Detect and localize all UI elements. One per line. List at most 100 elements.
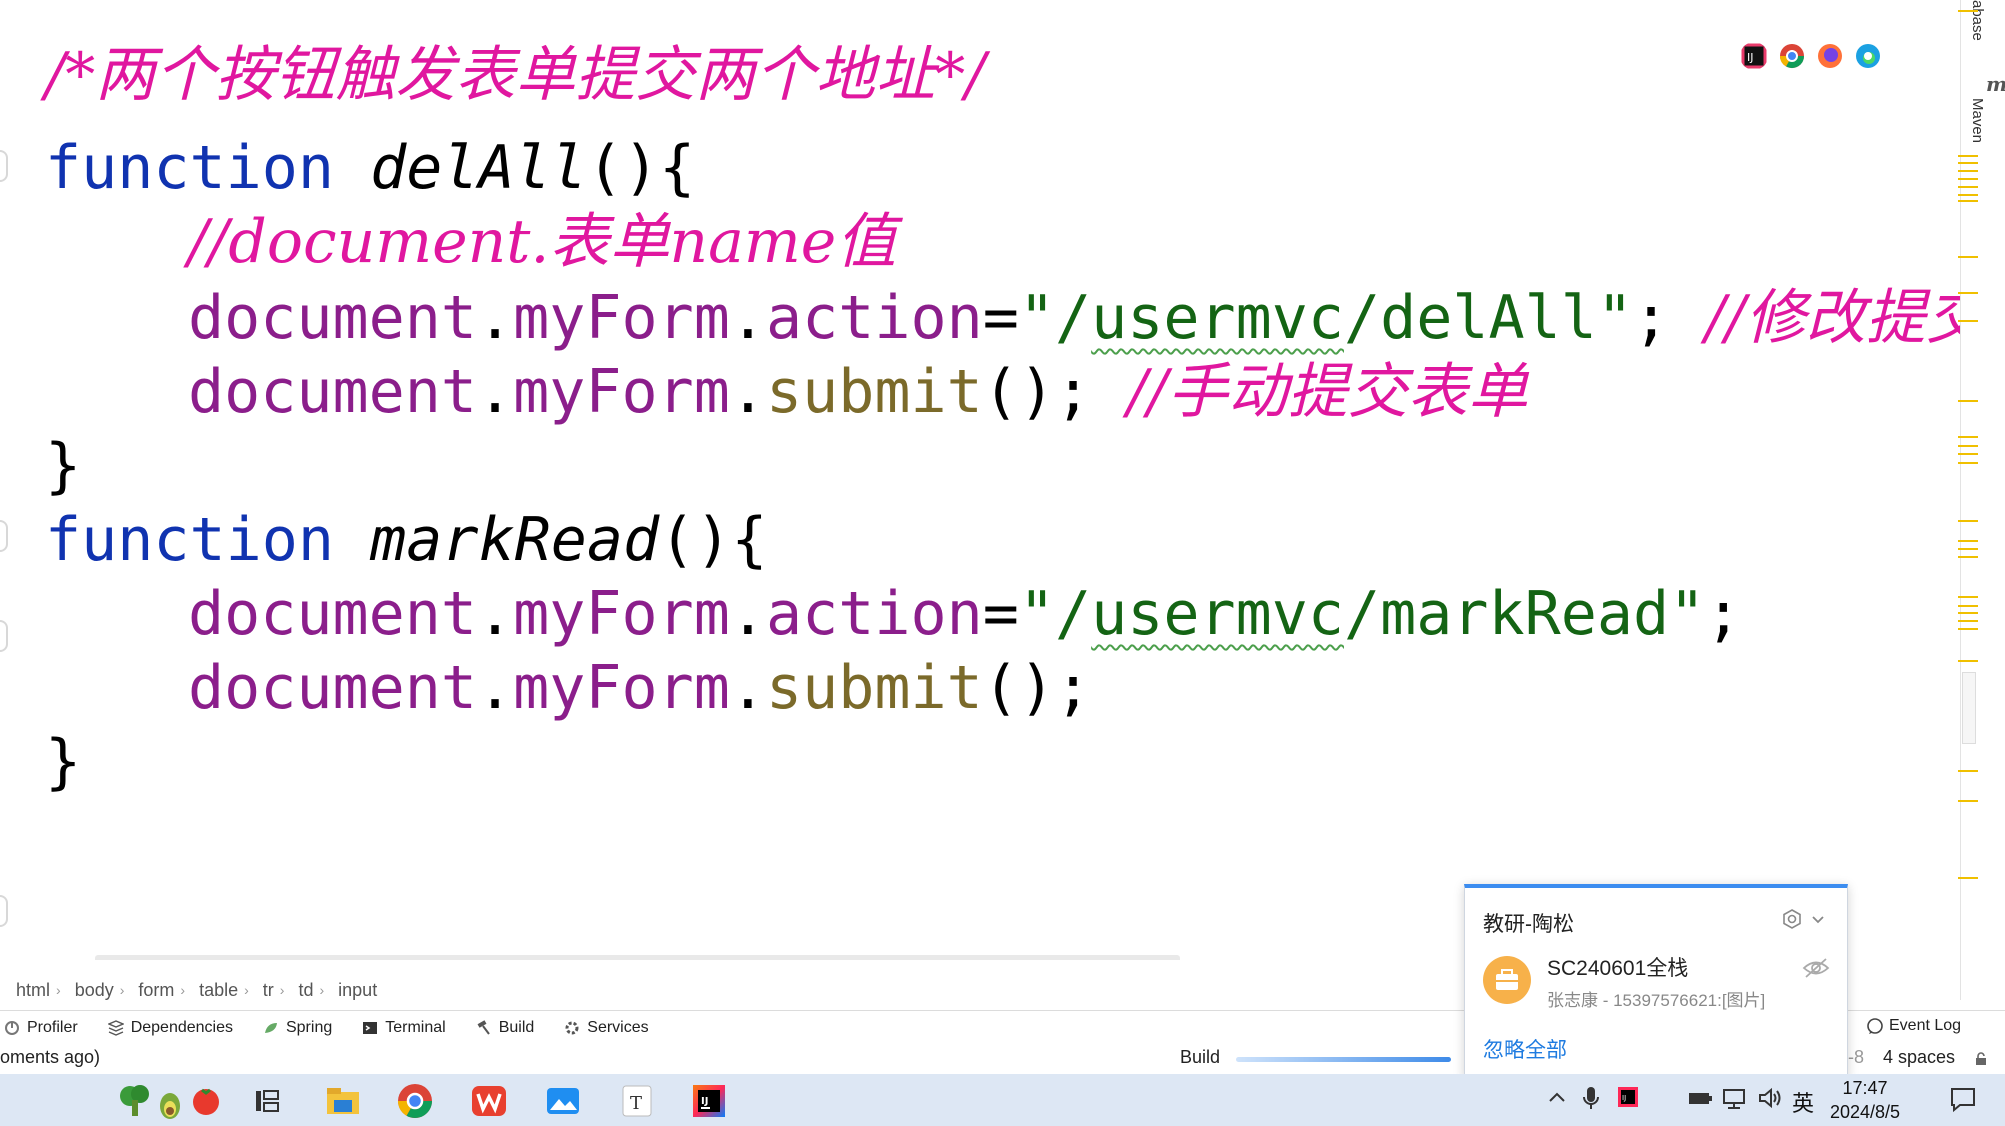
tool-window-build[interactable]: Build [476,1019,534,1037]
warning-stripe-mark[interactable] [1958,194,1978,196]
warning-stripe-mark[interactable] [1958,877,1978,879]
code-line[interactable]: function delAll(){ [45,128,695,208]
intellij-tray-icon[interactable]: IJ [1616,1084,1640,1112]
code-token: . [729,357,766,427]
warning-stripe-mark[interactable] [1958,596,1978,598]
tool-window-terminal[interactable]: Terminal [362,1019,446,1037]
edge-icon[interactable] [1854,42,1882,70]
code-line[interactable]: document.myForm.action="/usermvc/markRea… [188,574,1741,654]
fold-marker[interactable] [0,620,14,652]
settings-icon[interactable] [1781,908,1803,930]
ignore-all-link[interactable]: 忽略全部 [1483,1034,1567,1064]
warning-stripe-mark[interactable] [1958,628,1978,630]
code-line[interactable]: //document.表单name值 [188,202,896,282]
code-line[interactable]: /*两个按钮触发表单提交两个地址*/ [45,35,985,115]
breadcrumb-item[interactable]: td [298,980,313,1001]
warning-stripe-mark[interactable] [1958,155,1978,157]
warning-stripe-mark[interactable] [1958,400,1978,402]
status-message[interactable]: oments ago) [0,1047,100,1068]
warning-stripe-mark[interactable] [1958,186,1978,188]
build-progress-bar[interactable] [1236,1057,1451,1062]
tool-window-spring[interactable]: Spring [263,1019,332,1037]
warning-stripe-mark[interactable] [1958,556,1978,558]
firefox-icon[interactable] [1816,42,1844,70]
code-token: submit [765,357,983,427]
fold-marker[interactable] [0,520,14,552]
code-line[interactable]: document.myForm.submit(); [188,648,1091,728]
warning-stripe-mark[interactable] [1958,292,1978,294]
warning-stripe-mark[interactable] [1958,178,1978,180]
warning-stripe-mark[interactable] [1958,320,1978,322]
hide-eye-icon[interactable] [1801,956,1831,980]
warning-stripe-mark[interactable] [1958,462,1978,464]
chrome-icon[interactable] [1778,42,1806,70]
indent-setting[interactable]: 4 spaces [1883,1047,1955,1068]
task-view-icon[interactable] [250,1082,288,1120]
warning-stripe-mark[interactable] [1958,620,1978,622]
code-line[interactable]: function markRead(){ [45,500,767,580]
wps-office-icon[interactable] [470,1082,508,1120]
breadcrumb-item[interactable]: body [75,980,114,1001]
services-icon [565,1021,579,1035]
chrome-icon[interactable] [396,1082,434,1120]
intellij-idea-icon[interactable]: IJ [690,1082,728,1120]
warning-stripe-mark[interactable] [1958,10,1978,12]
warning-stripe-mark[interactable] [1958,612,1978,614]
photos-icon[interactable] [544,1082,582,1120]
microphone-icon[interactable] [1582,1084,1600,1112]
event-log-button[interactable]: Event Log [1866,1017,1961,1035]
code-line[interactable]: document.myForm.submit(); //手动提交表单 [188,352,1528,432]
vertical-scrollbar[interactable] [1962,672,1976,744]
warning-stripe-mark[interactable] [1958,436,1978,438]
code-line[interactable]: document.myForm.action="/usermvc/delAll"… [188,278,1960,358]
warning-stripe-mark[interactable] [1958,800,1978,802]
fold-marker[interactable] [0,150,14,182]
warning-stripe-mark[interactable] [1958,256,1978,258]
tool-window-profiler[interactable]: Profiler [4,1019,78,1037]
warning-stripe-mark[interactable] [1958,200,1978,202]
breadcrumb-item[interactable]: input [338,980,377,1001]
breadcrumb-item[interactable]: tr [263,980,274,1001]
warning-stripe-mark[interactable] [1958,162,1978,164]
code-editor[interactable]: /*两个按钮触发表单提交两个地址*/ function delAll(){//do… [0,0,1960,960]
intellij-icon[interactable]: IJ [1740,42,1768,70]
network-icon[interactable] [1720,1084,1748,1112]
chevron-up-icon[interactable] [1546,1084,1568,1112]
tool-window-services[interactable]: Services [564,1019,649,1037]
maven-tool-label[interactable]: Maven [1969,98,1986,143]
warning-stripe-mark[interactable] [1958,605,1978,607]
warning-stripe-mark[interactable] [1958,660,1978,662]
warning-stripe-mark[interactable] [1958,445,1978,447]
chevron-down-icon[interactable] [1809,910,1827,928]
notification-center-icon[interactable] [1948,1084,1978,1114]
typora-icon[interactable]: T [618,1082,656,1120]
breadcrumb-separator-icon: › [279,982,285,998]
battery-icon[interactable] [1686,1084,1714,1112]
file-encoding[interactable]: -8 [1848,1047,1864,1068]
warning-stripe-mark[interactable] [1958,540,1978,542]
breadcrumb-item[interactable]: table [199,980,238,1001]
message-notification[interactable]: 教研-陶松 SC240601全栈 张志康 - 15397576621:[图片] … [1464,884,1848,1079]
input-method-indicator[interactable]: 英 [1792,1086,1814,1118]
lock-icon[interactable] [1974,1052,1988,1066]
warning-stripe-mark[interactable] [1958,770,1978,772]
warning-stripe-mark[interactable] [1958,453,1978,455]
volume-icon[interactable] [1756,1084,1784,1112]
system-clock[interactable]: 17:47 2024/8/5 [1830,1076,1900,1124]
breadcrumb-item[interactable]: html [16,980,50,1001]
warning-stripe-mark[interactable] [1958,170,1978,172]
code-line[interactable]: } [45,722,81,802]
maven-icon[interactable]: m [1986,72,2005,96]
database-tool-label[interactable]: abase [1969,0,1986,41]
warning-stripe-mark[interactable] [1958,548,1978,550]
code-token: . [729,579,766,649]
vegetable-widget-icon[interactable] [116,1082,226,1120]
file-explorer-icon[interactable] [324,1082,362,1120]
warning-stripe-mark[interactable] [1958,520,1978,522]
tool-window-dependencies[interactable]: Dependencies [107,1019,233,1037]
event-log-label: Event Log [1889,1017,1962,1034]
fold-marker[interactable] [0,895,14,927]
breadcrumb-item[interactable]: form [138,980,174,1001]
code-line[interactable]: } [45,426,81,506]
horizontal-scrollbar[interactable] [95,955,1180,960]
